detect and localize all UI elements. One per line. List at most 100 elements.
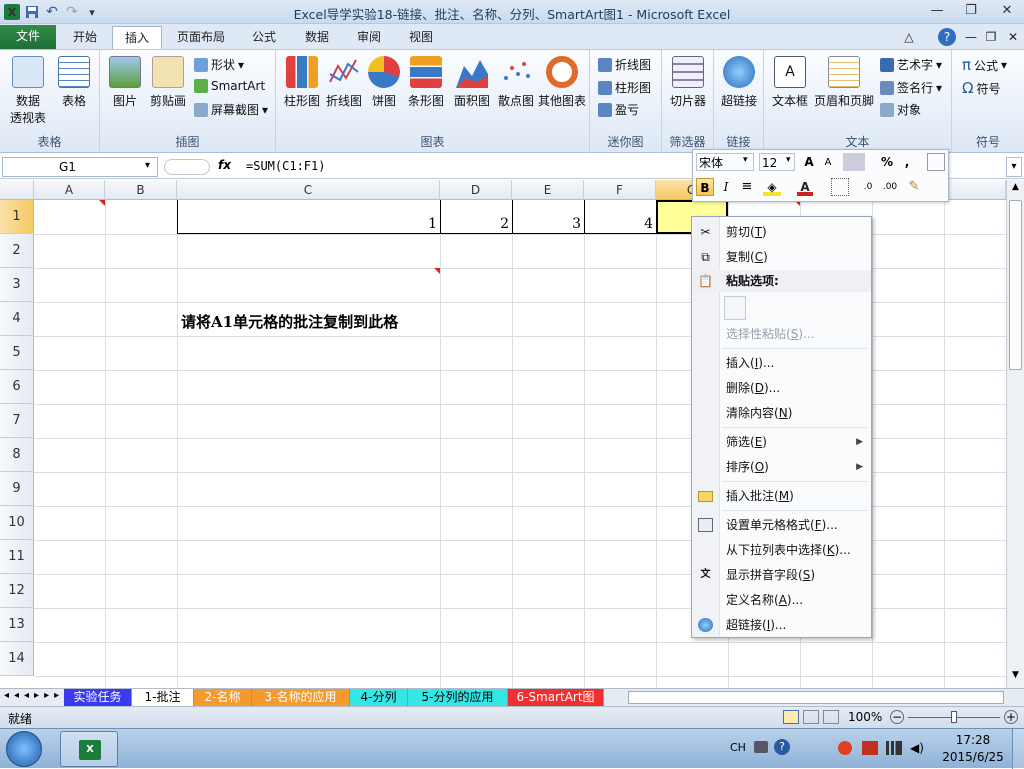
formula-input[interactable]: =SUM(C1:F1) bbox=[246, 159, 325, 173]
hyperlink-ribbon-button[interactable]: 超链接 bbox=[716, 56, 762, 109]
volume-icon[interactable]: ◀) bbox=[910, 741, 926, 755]
font-size-dropdown-icon[interactable]: ▾ bbox=[786, 155, 791, 165]
minimize-ribbon-icon[interactable]: △ bbox=[900, 26, 918, 49]
format-painter-mini-icon[interactable] bbox=[927, 153, 945, 171]
equation-button[interactable]: π 公式 ▾ bbox=[962, 56, 1007, 74]
select-all-corner[interactable] bbox=[0, 180, 34, 200]
tab-page-layout[interactable]: 页面布局 bbox=[168, 26, 234, 49]
borders-icon[interactable] bbox=[831, 178, 849, 196]
column-header-d[interactable]: D bbox=[440, 180, 512, 200]
pie-chart-button[interactable]: 饼图 bbox=[366, 56, 402, 109]
symbol-button[interactable]: Ω 符号 bbox=[962, 79, 1000, 97]
workbook-restore-button[interactable]: ❐ bbox=[982, 26, 1000, 49]
object-button[interactable]: 对象 bbox=[880, 101, 921, 118]
decrease-decimal-icon[interactable]: .00 bbox=[881, 178, 899, 196]
column-chart-button[interactable]: 柱形图 bbox=[282, 56, 322, 109]
menu-insert[interactable]: 插入(I)... bbox=[692, 352, 871, 374]
expand-formula-bar-icon[interactable]: ▾ bbox=[1006, 157, 1022, 177]
column-header-e[interactable]: E bbox=[512, 180, 584, 200]
font-color-button[interactable]: A bbox=[797, 178, 813, 196]
menu-phonetic[interactable]: 文显示拼音字段(S) bbox=[692, 564, 871, 586]
scatter-chart-button[interactable]: 散点图 bbox=[494, 56, 538, 109]
page-layout-view-icon[interactable] bbox=[803, 710, 819, 724]
scroll-up-icon[interactable]: ▲ bbox=[1009, 182, 1022, 196]
menu-insert-comment[interactable]: 插入批注(M) bbox=[692, 485, 871, 507]
row-header-14[interactable]: 14 bbox=[0, 642, 34, 676]
name-box[interactable]: G1 bbox=[2, 157, 158, 177]
row-header-4[interactable]: 4 bbox=[0, 302, 34, 336]
formula-bar-splitter[interactable] bbox=[164, 159, 210, 175]
sheet-tab-smartart[interactable]: 6-SmartArt图 bbox=[508, 689, 604, 706]
align-center-icon[interactable]: ≡ bbox=[738, 178, 756, 196]
comma-button[interactable]: , bbox=[899, 153, 915, 171]
row-header-11[interactable]: 11 bbox=[0, 540, 34, 574]
security-tray-icon[interactable] bbox=[838, 741, 852, 755]
area-chart-button[interactable]: 面积图 bbox=[450, 56, 494, 109]
shapes-button[interactable]: 形状 ▾ bbox=[194, 56, 244, 73]
header-footer-button[interactable]: 页眉和页脚 bbox=[812, 56, 876, 109]
menu-filter[interactable]: 筛选(E) ▶ bbox=[692, 431, 871, 453]
paste-option-default-icon[interactable] bbox=[724, 296, 746, 320]
tab-home[interactable]: 开始 bbox=[62, 26, 108, 49]
wordart-button[interactable]: 艺术字 ▾ bbox=[880, 56, 942, 73]
sparkline-winloss-button[interactable]: 盈亏 bbox=[598, 101, 639, 118]
zoom-out-icon[interactable]: − bbox=[890, 710, 904, 724]
sparkline-column-button[interactable]: 柱形图 bbox=[598, 79, 651, 96]
clipart-button[interactable]: 剪贴画 bbox=[146, 56, 190, 109]
sheet-tab-split-apply[interactable]: 5-分列的应用 bbox=[408, 689, 508, 706]
row-header-3[interactable]: 3 bbox=[0, 268, 34, 302]
row-header-7[interactable]: 7 bbox=[0, 404, 34, 438]
cell-e1[interactable]: 3 bbox=[515, 216, 581, 232]
sparkline-line-button[interactable]: 折线图 bbox=[598, 56, 651, 73]
italic-button[interactable]: I bbox=[718, 178, 734, 196]
cell-c4[interactable]: 请将A1单元格的批注复制到此格 bbox=[181, 311, 398, 332]
keyboard-icon[interactable] bbox=[754, 741, 768, 753]
tab-review[interactable]: 审阅 bbox=[346, 26, 392, 49]
increase-decimal-icon[interactable]: .0 bbox=[859, 178, 877, 196]
zoom-level[interactable]: 100% bbox=[848, 710, 882, 724]
row-header-13[interactable]: 13 bbox=[0, 608, 34, 642]
row-header-8[interactable]: 8 bbox=[0, 438, 34, 472]
menu-delete[interactable]: 删除(D)... bbox=[692, 377, 871, 399]
percent-button[interactable]: % bbox=[879, 153, 895, 171]
sheet-nav-icons[interactable]: ◂◂◂▸▸▸ bbox=[4, 690, 64, 701]
network-icon[interactable] bbox=[886, 741, 902, 755]
workbook-minimize-button[interactable]: — bbox=[962, 26, 980, 49]
scroll-down-icon[interactable]: ▼ bbox=[1009, 670, 1022, 684]
line-chart-button[interactable]: 折线图 bbox=[324, 56, 364, 109]
fill-color-icon[interactable]: ◈ bbox=[763, 178, 781, 196]
row-header-6[interactable]: 6 bbox=[0, 370, 34, 404]
textbox-button[interactable]: A 文本框 bbox=[768, 56, 812, 109]
maximize-button[interactable]: ❐ bbox=[958, 2, 984, 20]
row-header-2[interactable]: 2 bbox=[0, 234, 34, 268]
vertical-scrollbar[interactable]: ▲ ▼ bbox=[1006, 180, 1024, 688]
menu-copy[interactable]: ⧉ 复制(C) bbox=[692, 246, 871, 268]
scroll-thumb[interactable] bbox=[1009, 200, 1022, 370]
bold-button[interactable]: B bbox=[696, 178, 714, 196]
column-header-a[interactable]: A bbox=[34, 180, 105, 200]
clock-time[interactable]: 17:28 bbox=[940, 733, 1006, 747]
screenshot-button[interactable]: 屏幕截图 ▾ bbox=[194, 101, 268, 118]
cell-d1[interactable]: 2 bbox=[443, 216, 509, 232]
windows-start-icon[interactable] bbox=[6, 731, 42, 767]
row-header-9[interactable]: 9 bbox=[0, 472, 34, 506]
table-button[interactable]: 表格 bbox=[54, 56, 94, 109]
tab-insert[interactable]: 插入 bbox=[112, 26, 162, 49]
menu-define-name[interactable]: 定义名称(A)... bbox=[692, 589, 871, 611]
help-tray-icon[interactable]: ? bbox=[774, 739, 790, 755]
menu-format-cells[interactable]: 设置单元格格式(F)... bbox=[692, 514, 871, 536]
column-header-b[interactable]: B bbox=[105, 180, 177, 200]
sheet-tab-split[interactable]: 4-分列 bbox=[350, 689, 408, 706]
signature-line-button[interactable]: 签名行 ▾ bbox=[880, 79, 942, 96]
column-header-c[interactable]: C bbox=[177, 180, 440, 200]
zoom-in-icon[interactable]: + bbox=[1004, 710, 1018, 724]
menu-sort[interactable]: 排序(O) ▶ bbox=[692, 456, 871, 478]
tab-view[interactable]: 视图 bbox=[398, 26, 444, 49]
menu-pick-from-list[interactable]: 从下拉列表中选择(K)... bbox=[692, 539, 871, 561]
row-header-12[interactable]: 12 bbox=[0, 574, 34, 608]
menu-hyperlink[interactable]: 超链接(I)... bbox=[692, 614, 871, 636]
brush-icon[interactable]: ✎ bbox=[905, 178, 923, 196]
normal-view-icon[interactable] bbox=[783, 710, 799, 724]
other-charts-button[interactable]: 其他图表 bbox=[536, 56, 588, 109]
page-break-view-icon[interactable] bbox=[823, 710, 839, 724]
